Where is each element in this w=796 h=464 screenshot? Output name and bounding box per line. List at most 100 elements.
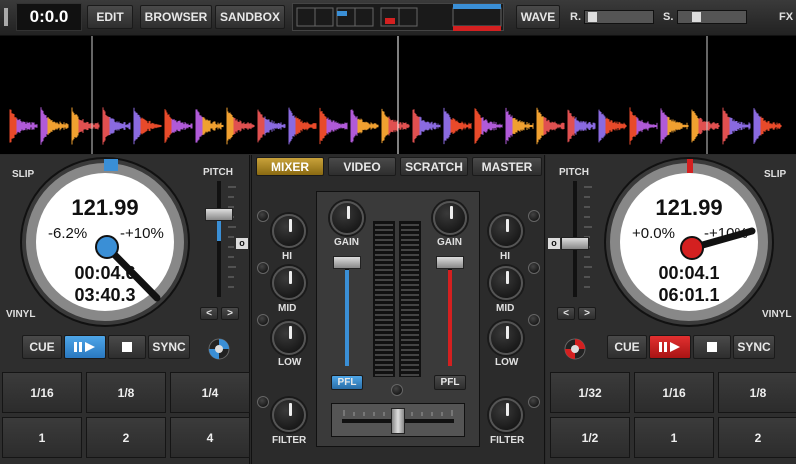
slip-label[interactable]: SLIP <box>12 169 34 180</box>
tab-mixer[interactable]: MIXER <box>256 157 324 176</box>
pad-button[interactable]: 1/16 <box>2 372 82 413</box>
tab-scratch[interactable]: SCRATCH <box>400 157 468 176</box>
sync-button-right[interactable]: SYNC <box>733 335 775 359</box>
stop-icon <box>707 342 717 352</box>
sandbox-button[interactable]: SANDBOX <box>215 5 285 29</box>
jog-display: 121.99 +0.0% -+10% 00:04.1 06:01.1 <box>620 173 758 311</box>
pad-button[interactable]: 1/16 <box>634 372 714 413</box>
pitch-label: PITCH <box>203 167 233 178</box>
cue-button-left[interactable]: CUE <box>22 335 62 359</box>
pitch-reset-button-right[interactable]: o <box>548 238 560 249</box>
mid-knob-left[interactable] <box>272 266 306 300</box>
volume-fader-left[interactable] <box>330 256 364 368</box>
eq-kill-mid-right[interactable] <box>528 262 540 274</box>
pad-button[interactable]: 1/4 <box>170 372 250 413</box>
filter-kill-left[interactable] <box>257 396 269 408</box>
vinyl-label-right[interactable]: VINYL <box>762 309 791 320</box>
jogwheel-right[interactable]: 121.99 +0.0% -+10% 00:04.1 06:01.1 <box>606 159 772 325</box>
virtualdj-app: 0:0.0 EDIT BROWSER SANDBOX WAVE R. S. FX… <box>0 0 796 464</box>
stop-button-left[interactable] <box>108 335 146 359</box>
volume-fader-thumb-right[interactable] <box>436 256 464 269</box>
play-pause-button-right[interactable] <box>649 335 691 359</box>
record-label: R. <box>570 11 581 23</box>
pad-button[interactable]: 4 <box>170 417 250 458</box>
mid-knob-right[interactable] <box>489 266 523 300</box>
crossfader-thumb[interactable] <box>391 408 405 434</box>
browser-button[interactable]: BROWSER <box>140 5 212 29</box>
master-cue-dot[interactable] <box>391 384 403 396</box>
jog-position-marker <box>687 159 693 173</box>
pitch-slider-right[interactable] <box>554 179 598 305</box>
pitch-reset-button[interactable]: o <box>236 238 248 249</box>
mixer-tabs: MIXER VIDEO SCRATCH MASTER <box>256 157 542 177</box>
pad-button[interactable]: 1/2 <box>550 417 630 458</box>
volume-fader-right[interactable] <box>433 256 467 368</box>
eq-kill-hi-left[interactable] <box>257 210 269 222</box>
jogwheel-left[interactable]: 121.99 -6.2% -+10% 00:04.6 03:40.3 <box>22 159 188 325</box>
record-slider[interactable] <box>584 10 654 24</box>
cue-button-right[interactable]: CUE <box>607 335 647 359</box>
tab-master[interactable]: MASTER <box>472 157 542 176</box>
waveform-area[interactable] <box>0 36 796 154</box>
pad-button[interactable]: 2 <box>718 417 796 458</box>
sync-button-left[interactable]: SYNC <box>148 335 190 359</box>
vinyl-label[interactable]: VINYL <box>6 309 35 320</box>
pitch-bend-up-right[interactable]: > <box>578 307 596 320</box>
pitch-bend-down-right[interactable]: < <box>557 307 575 320</box>
clock-display: 0:0.0 <box>16 3 82 31</box>
gain-knob-right[interactable] <box>433 201 467 235</box>
fx-label[interactable]: FX <box>779 11 793 23</box>
pfl-button-left[interactable]: PFL <box>331 375 363 390</box>
pad-button[interactable]: 1/32 <box>550 372 630 413</box>
edit-button[interactable]: EDIT <box>87 5 133 29</box>
hi-knob-left[interactable] <box>272 214 306 248</box>
stop-icon <box>122 342 132 352</box>
top-waveform <box>0 41 795 87</box>
pitch-label-right: PITCH <box>559 167 589 178</box>
pads-right: 1/32 1/16 1/8 1/2 1 2 <box>548 369 796 464</box>
low-knob-right[interactable] <box>489 321 523 355</box>
eq-kill-low-left[interactable] <box>257 314 269 326</box>
filter-knob-right[interactable] <box>489 398 523 432</box>
sampler-label: S. <box>663 11 674 23</box>
crossfader[interactable] <box>331 403 465 437</box>
eq-kill-hi-right[interactable] <box>528 210 540 222</box>
eq-kill-mid-left[interactable] <box>257 262 269 274</box>
pitch-fader-thumb[interactable] <box>205 208 233 221</box>
gain-knob-left[interactable] <box>330 201 364 235</box>
pads-left: 1/16 1/8 1/4 1 2 4 <box>0 369 250 464</box>
pad-button[interactable]: 2 <box>86 417 166 458</box>
stop-button-right[interactable] <box>693 335 731 359</box>
layout-overview[interactable] <box>292 3 504 31</box>
pitch-fader-thumb-right[interactable] <box>561 237 589 250</box>
sampler-slider-thumb[interactable] <box>692 12 701 22</box>
filter-knob-left[interactable] <box>272 398 306 432</box>
sampler-slider[interactable] <box>677 10 747 24</box>
play-pause-button-left[interactable] <box>64 335 106 359</box>
tab-video[interactable]: VIDEO <box>328 157 396 176</box>
slip-label-right[interactable]: SLIP <box>764 169 786 180</box>
pitch-bend-up[interactable]: > <box>221 307 239 320</box>
record-slider-thumb[interactable] <box>588 12 597 22</box>
key-lock-icon[interactable] <box>207 337 231 361</box>
wave-button[interactable]: WAVE <box>516 5 560 29</box>
jog-needle <box>95 235 161 302</box>
eq-kill-low-right[interactable] <box>528 314 540 326</box>
pitch-bend-down[interactable]: < <box>200 307 218 320</box>
filter-label-left: FILTER <box>272 435 307 446</box>
hi-knob-right[interactable] <box>489 214 523 248</box>
volume-level-right <box>448 270 452 366</box>
pad-button[interactable]: 1 <box>634 417 714 458</box>
key-lock-icon[interactable] <box>563 337 587 361</box>
gain-label-right: GAIN <box>437 237 462 248</box>
filter-kill-right[interactable] <box>528 396 540 408</box>
play-pause-icon <box>659 342 680 352</box>
pfl-button-right[interactable]: PFL <box>434 375 466 390</box>
pad-button[interactable]: 1/8 <box>86 372 166 413</box>
pad-button[interactable]: 1 <box>2 417 82 458</box>
pad-button[interactable]: 1/8 <box>718 372 796 413</box>
menu-handle-icon[interactable] <box>0 4 12 30</box>
jog-needle <box>680 227 756 260</box>
volume-fader-thumb-left[interactable] <box>333 256 361 269</box>
low-knob-left[interactable] <box>272 321 306 355</box>
